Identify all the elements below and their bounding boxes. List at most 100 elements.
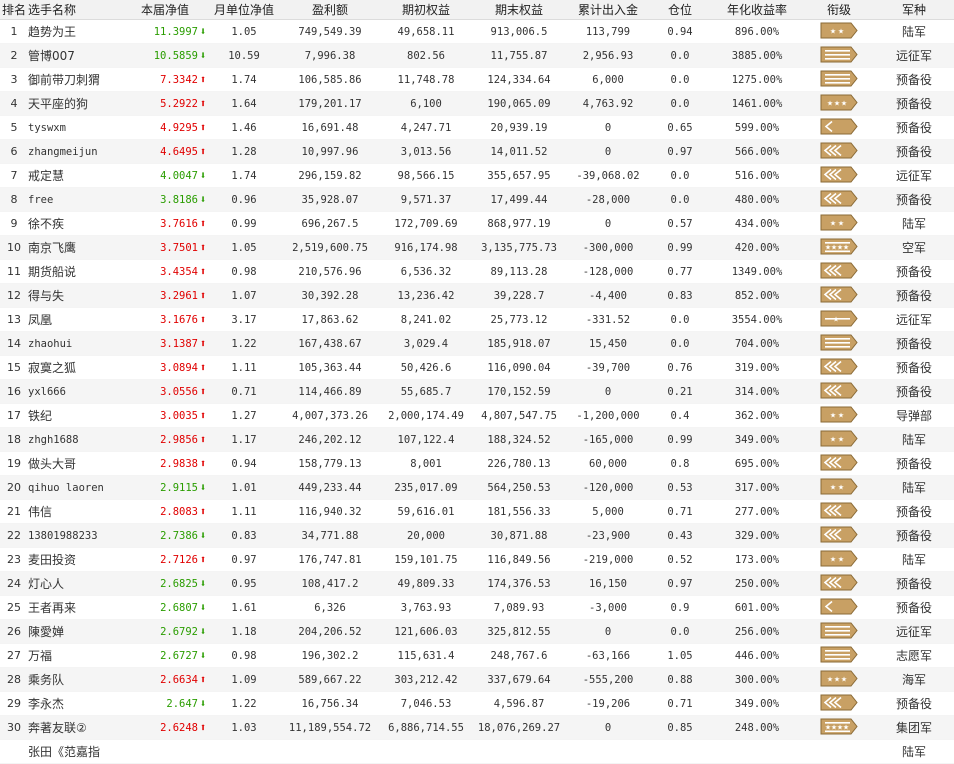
table-row[interactable]: 6 zhangmeijun 4.6495 ⬆ 1.28 10,997.96 3,013.56… <box>0 139 954 164</box>
army-cell: 集团军 <box>874 715 954 740</box>
player-name[interactable]: 陳愛婵 <box>28 619 122 644</box>
table-row[interactable]: 14 zhaohui 3.1387 ⬆ 1.22 167,438.67 3,029.4 185… <box>0 331 954 356</box>
table-row[interactable]: 7 戒定慧 4.0047 ⬇ 1.74 296,159.82 98,566.15 355,65… <box>0 163 954 188</box>
nav-value: 3.1676 <box>160 314 198 326</box>
player-name[interactable]: 做头大哥 <box>28 451 122 476</box>
rank-insignia-cell: ★ ★ <box>804 19 874 44</box>
army-cell: 预备役 <box>874 91 954 116</box>
table-row[interactable]: 13 凤凰 3.1676 ⬆ 3.17 17,863.62 8,241.02 25,773.1… <box>0 307 954 332</box>
col-header-position[interactable]: 仓位 <box>650 0 710 20</box>
table-row[interactable]: 23 麦田投资 2.7126 ⬆ 0.97 176,747.81 159,101.75 116… <box>0 547 954 572</box>
col-header-monthly-nav[interactable]: 月单位净值 <box>208 0 280 20</box>
player-name[interactable]: 13801988233 <box>28 523 122 548</box>
table-row[interactable]: 28 乘务队 2.6634 ⬆ 1.09 589,667.22 303,212.42 337,… <box>0 667 954 692</box>
table-row[interactable]: 1 趋势为王 11.3997 ⬇ 1.05 749,549.39 49,658.11 913,… <box>0 19 954 44</box>
player-name[interactable]: 南京飞鹰 <box>28 235 122 260</box>
table-row[interactable]: 张田《范嘉指 陆军 <box>0 739 954 764</box>
col-header-rank[interactable]: 排名 <box>0 0 28 20</box>
start-equity-cell: 6,100 <box>380 91 472 116</box>
army-cell: 预备役 <box>874 139 954 164</box>
cash-flow-cell: 0 <box>566 379 650 404</box>
player-name[interactable]: 寂寞之狐 <box>28 355 122 380</box>
table-row[interactable]: 30 奔著友联② 2.6248 ⬆ 1.03 11,189,554.72 6,886,714… <box>0 715 954 740</box>
table-row[interactable]: 29 李永杰 2.647 ⬇ 1.22 16,756.34 7,046.53 4,596.87… <box>0 691 954 716</box>
player-name[interactable]: 奔著友联② <box>28 715 122 740</box>
table-row[interactable]: 11 期货船说 3.4354 ⬆ 0.98 210,576.96 6,536.32 89,11… <box>0 259 954 284</box>
profit-cell: 16,691.48 <box>280 115 380 140</box>
table-row[interactable]: 18 zhgh1688 2.9856 ⬆ 1.17 246,202.12 107,122.4… <box>0 427 954 452</box>
svg-text:★: ★ <box>843 243 849 251</box>
start-equity-cell: 172,709.69 <box>380 211 472 236</box>
player-name[interactable]: 御前带刀刺猬 <box>28 67 122 92</box>
table-row[interactable]: 24 灯心人 2.6825 ⬇ 0.95 108,417.2 49,809.33 174,37… <box>0 571 954 596</box>
end-equity-cell: 116,090.04 <box>472 355 566 380</box>
end-equity-cell: 30,871.88 <box>472 523 566 548</box>
player-name[interactable]: zhangmeijun <box>28 139 122 164</box>
start-equity-cell: 8,001 <box>380 451 472 476</box>
player-name[interactable]: 铁纪 <box>28 403 122 428</box>
table-row[interactable]: 25 王者再来 2.6807 ⬇ 1.61 6,326 3,763.93 7,089.93 -3… <box>0 595 954 620</box>
table-row[interactable]: 9 徐不疾 3.7616 ⬆ 0.99 696,267.5 172,709.69 868,97… <box>0 211 954 236</box>
table-row[interactable]: 5 tyswxm 4.9295 ⬆ 1.46 16,691.48 4,247.71 20,93… <box>0 115 954 140</box>
player-name[interactable]: free <box>28 187 122 212</box>
table-row[interactable]: 8 free 3.8186 ⬇ 0.96 35,928.07 9,571.37 17,499.… <box>0 187 954 212</box>
player-name[interactable]: 天平座的狗 <box>28 91 122 116</box>
army-cell: 预备役 <box>874 379 954 404</box>
start-equity-cell: 159,101.75 <box>380 547 472 572</box>
nav-cell: 2.7386 ⬇ <box>122 523 208 548</box>
player-name[interactable]: qihuo laoren <box>28 475 122 500</box>
col-header-nav[interactable]: 本届净值 <box>122 0 208 20</box>
table-row[interactable]: 21 伟信 2.8083 ⬆ 1.11 116,940.32 59,616.01 181,55… <box>0 499 954 524</box>
table-row[interactable]: 4 天平座的狗 5.2922 ⬆ 1.64 179,201.17 6,100 190,065.… <box>0 91 954 116</box>
player-name[interactable]: 期货船说 <box>28 259 122 284</box>
table-row[interactable]: 26 陳愛婵 2.6792 ⬇ 1.18 204,206.52 121,606.03 325,… <box>0 619 954 644</box>
player-name[interactable]: 管博007 <box>28 43 122 68</box>
table-row[interactable]: 2 管博007 10.5859 ⬇ 10.59 7,996.38 802.56 11,755.… <box>0 43 954 68</box>
player-name[interactable]: 凤凰 <box>28 307 122 332</box>
player-name[interactable]: 乘务队 <box>28 667 122 692</box>
player-name[interactable]: 张田《范嘉指 <box>28 739 122 764</box>
player-name[interactable]: 万福 <box>28 643 122 668</box>
table-row[interactable]: 19 做头大哥 2.9838 ⬆ 0.94 158,779.13 8,001 226,780.… <box>0 451 954 476</box>
annual-return-cell: 566.00% <box>710 139 804 164</box>
player-name[interactable]: yxl666 <box>28 379 122 404</box>
col-header-annual-return[interactable]: 年化收益率 <box>710 0 804 20</box>
nav-cell: 11.3997 ⬇ <box>122 19 208 44</box>
arrow-up-icon: ⬆ <box>199 97 207 110</box>
arrow-up-icon: ⬆ <box>199 73 207 86</box>
player-name[interactable]: zhaohui <box>28 331 122 356</box>
player-name[interactable]: zhgh1688 <box>28 427 122 452</box>
col-header-end-equity[interactable]: 期末权益 <box>472 0 566 20</box>
col-header-cash-flow[interactable]: 累计出入金 <box>566 0 650 20</box>
monthly-nav-cell: 0.95 <box>208 571 280 596</box>
table-row[interactable]: 16 yxl666 3.0556 ⬆ 0.71 114,466.89 55,685.7 170… <box>0 379 954 404</box>
col-header-start-equity[interactable]: 期初权益 <box>380 0 472 20</box>
two-star-icon: ★ ★ <box>820 22 858 42</box>
table-row[interactable]: 17 铁纪 3.0035 ⬆ 1.27 4,007,373.26 2,000,174.49 4… <box>0 403 954 428</box>
player-name[interactable]: 王者再来 <box>28 595 122 620</box>
player-name[interactable]: 麦田投资 <box>28 547 122 572</box>
table-row[interactable]: 15 寂寞之狐 3.0894 ⬆ 1.11 105,363.44 50,426.6 116,0… <box>0 355 954 380</box>
player-name[interactable]: 李永杰 <box>28 691 122 716</box>
nav-value: 3.0894 <box>160 362 198 374</box>
player-name[interactable]: 徐不疾 <box>28 211 122 236</box>
rank-insignia-cell <box>804 499 874 524</box>
table-row[interactable]: 20 qihuo laoren 2.9115 ⬇ 1.01 449,233.44 235,0… <box>0 475 954 500</box>
player-name[interactable]: 伟信 <box>28 499 122 524</box>
col-header-profit[interactable]: 盈利额 <box>280 0 380 20</box>
player-name[interactable]: 灯心人 <box>28 571 122 596</box>
table-row[interactable]: 27 万福 2.6727 ⬇ 0.98 196,302.2 115,631.4 248,767… <box>0 643 954 668</box>
end-equity-cell: 325,812.55 <box>472 619 566 644</box>
player-name[interactable]: 趋势为王 <box>28 19 122 44</box>
player-name[interactable]: 得与失 <box>28 283 122 308</box>
table-row[interactable]: 12 得与失 3.2961 ⬆ 1.07 30,392.28 13,236.42 39,228… <box>0 283 954 308</box>
col-header-name[interactable]: 选手名称 <box>28 0 122 20</box>
col-header-army[interactable]: 军种 <box>874 0 954 20</box>
chevron-three-icon <box>820 502 858 522</box>
col-header-rank-insignia[interactable]: 衔级 <box>804 0 874 20</box>
player-name[interactable]: 戒定慧 <box>28 163 122 188</box>
player-name[interactable]: tyswxm <box>28 115 122 140</box>
table-row[interactable]: 10 南京飞鹰 3.7501 ⬆ 1.05 2,519,600.75 916,174.98 3… <box>0 235 954 260</box>
table-row[interactable]: 22 13801988233 2.7386 ⬇ 0.83 34,771.88 20,000 3… <box>0 523 954 548</box>
table-row[interactable]: 3 御前带刀刺猬 7.3342 ⬆ 1.74 106,585.86 11,748.78 124… <box>0 67 954 92</box>
